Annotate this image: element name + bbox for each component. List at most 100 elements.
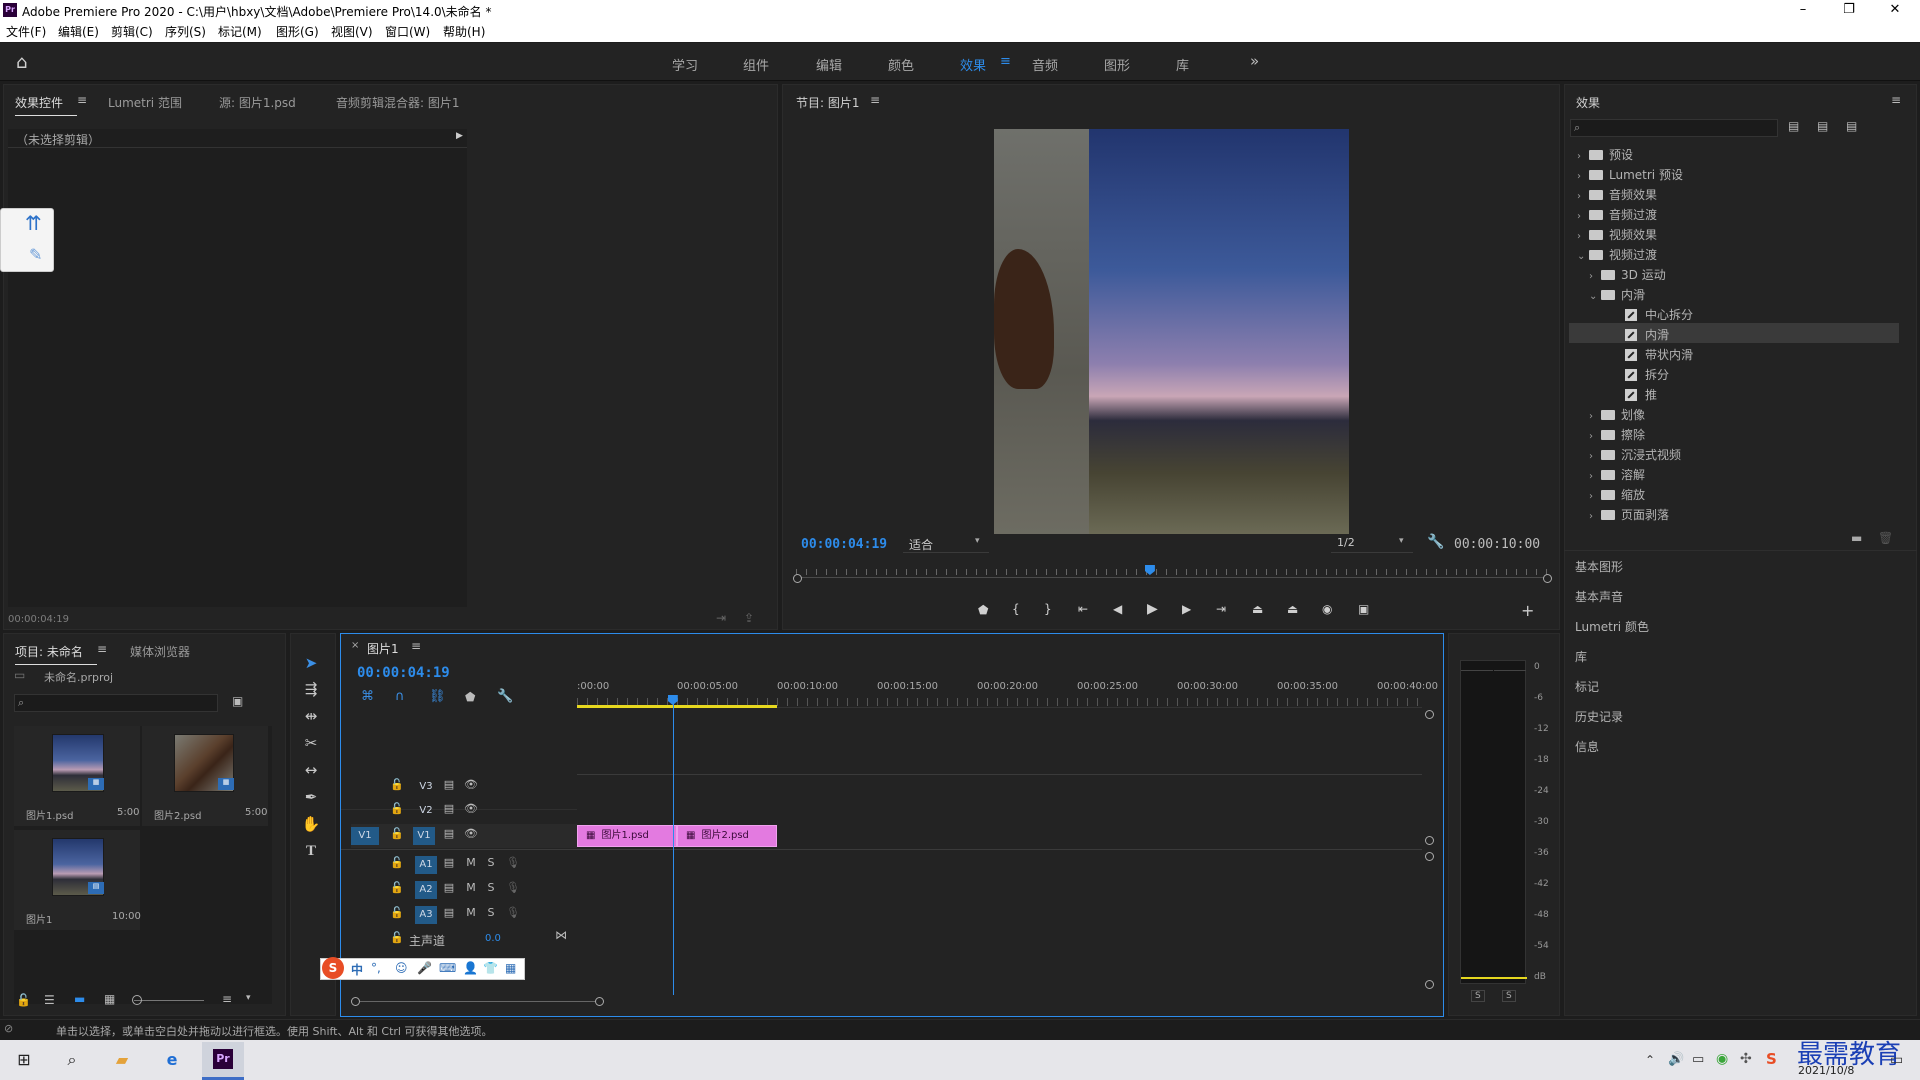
export-frame-icon[interactable]: ◉ — [1322, 602, 1332, 616]
menu-view[interactable]: 视图(V) — [331, 23, 373, 40]
toolbox-icon[interactable]: ▦ — [505, 961, 516, 975]
vscroll-handle[interactable] — [1425, 980, 1434, 989]
export-icon[interactable]: ⇥ — [716, 611, 726, 625]
selection-tool-icon[interactable]: ➤ — [300, 652, 322, 674]
lock-icon[interactable]: 🔓 — [389, 906, 405, 919]
lock-icon[interactable]: 🔓 — [389, 881, 405, 894]
solo-button[interactable]: S — [483, 906, 499, 919]
workspace-editing[interactable]: 编辑 — [816, 55, 842, 74]
project-menu-icon[interactable]: ≡ — [97, 642, 107, 656]
minimize-button[interactable]: – — [1780, 0, 1826, 20]
list-view-icon[interactable]: ☰ — [44, 993, 55, 1007]
project-item[interactable]: ▤ 图片1 10:00 — [14, 830, 141, 930]
menu-help[interactable]: 帮助(H) — [443, 23, 485, 40]
solo-button[interactable]: S — [483, 856, 499, 869]
effect-folder[interactable]: ⌄ 视频过渡 — [1569, 243, 1899, 263]
vscroll-handle[interactable] — [1425, 852, 1434, 861]
panel-info[interactable]: 信息 — [1575, 738, 1599, 755]
lift-icon[interactable]: ⏏ — [1252, 602, 1263, 616]
track-target-a2[interactable]: A2 — [415, 881, 437, 899]
mute-button[interactable]: M — [463, 881, 479, 894]
hscroll-bar[interactable] — [360, 1001, 595, 1002]
fit-dropdown[interactable]: 适合 ▾ — [903, 535, 989, 553]
32bit-effects-icon[interactable]: ▤ — [1817, 119, 1828, 133]
restore-button[interactable]: ❐ — [1826, 0, 1872, 20]
work-area-bar[interactable] — [577, 705, 777, 708]
solo-right-button[interactable]: S — [1502, 990, 1516, 1002]
chinese-mode-icon[interactable]: 中 — [351, 961, 363, 978]
yuv-effects-icon[interactable]: ▤ — [1846, 119, 1857, 133]
premiere-taskbar-item[interactable]: Pr — [202, 1042, 244, 1080]
program-monitor-title[interactable]: 节目: 图片1 — [796, 94, 860, 111]
project-search-input[interactable]: ⌕ — [14, 694, 218, 712]
chevron-down-icon[interactable]: ⌄ — [1589, 291, 1601, 302]
effect-folder[interactable]: › 页面剥落 — [1569, 503, 1899, 523]
emoji-icon[interactable]: ☺ — [395, 961, 408, 975]
effect-item[interactable]: 推 — [1569, 383, 1899, 403]
chevron-right-icon[interactable]: › — [1577, 211, 1589, 222]
button-editor-add-icon[interactable]: + — [1521, 601, 1534, 620]
menu-window[interactable]: 窗口(W) — [385, 23, 430, 40]
lock-icon[interactable]: 🔓 — [389, 778, 405, 791]
mark-out-icon[interactable]: } — [1044, 602, 1052, 616]
microphone-icon[interactable]: 🎙 — [505, 881, 521, 894]
delete-icon[interactable]: 🗑 — [1878, 531, 1893, 545]
menu-marker[interactable]: 标记(M) — [218, 23, 262, 40]
punctuation-icon[interactable]: °, — [371, 961, 381, 975]
lock-icon[interactable]: 🔓 — [389, 856, 405, 869]
chevron-right-icon[interactable]: › — [1577, 231, 1589, 242]
hscroll-handle-left[interactable] — [351, 997, 360, 1006]
effects-menu-icon[interactable]: ≡ — [1891, 93, 1901, 107]
vscroll-handle[interactable] — [1425, 710, 1434, 719]
timeline-playhead[interactable] — [672, 695, 674, 995]
menu-edit[interactable]: 编辑(E) — [58, 23, 99, 40]
solo-left-button[interactable]: S — [1471, 990, 1485, 1002]
project-item[interactable]: ▦ 图片2.psd 5:00 — [142, 726, 268, 826]
extract-icon[interactable]: ⏏ — [1287, 602, 1298, 616]
timeline-settings-wrench-icon[interactable]: 🔧 — [497, 689, 513, 704]
edge-browser-icon[interactable]: e — [158, 1046, 186, 1074]
track-target-a3[interactable]: A3 — [415, 906, 437, 924]
effect-folder[interactable]: › 音频过渡 — [1569, 203, 1899, 223]
effect-folder[interactable]: ⌄ 内滑 — [1569, 283, 1899, 303]
workspace-effects[interactable]: 效果 — [960, 55, 986, 74]
snap-icon[interactable]: ∩ — [395, 689, 405, 704]
close-button[interactable]: ✕ — [1872, 0, 1918, 20]
lock-icon[interactable]: 🔓 — [389, 802, 405, 815]
timeline-clip[interactable]: ▦ 图片1.psd — [577, 825, 677, 847]
sync-lock-icon[interactable]: ▤ — [441, 856, 457, 869]
zoom-handle-left[interactable] — [793, 574, 802, 583]
chevron-right-icon[interactable]: › — [1589, 431, 1601, 442]
effect-folder[interactable]: › 溶解 — [1569, 463, 1899, 483]
panel-libraries[interactable]: 库 — [1575, 648, 1587, 665]
chevron-right-icon[interactable]: › — [1589, 271, 1601, 282]
mark-in-icon[interactable]: { — [1012, 602, 1020, 616]
sync-lock-icon[interactable]: ▤ — [441, 802, 457, 815]
lock-icon[interactable]: 🔓 — [389, 827, 405, 840]
tab-effect-controls[interactable]: 效果控件 — [15, 94, 78, 116]
lock-icon[interactable]: 🔓 — [389, 931, 405, 944]
microphone-icon[interactable]: 🎙 — [505, 856, 521, 869]
effect-item[interactable]: 带状内滑 — [1569, 343, 1899, 363]
sync-lock-icon[interactable]: ▤ — [441, 906, 457, 919]
close-tab-icon[interactable]: × — [351, 640, 359, 651]
tab-lumetri-scopes[interactable]: Lumetri 范围 — [108, 94, 182, 111]
type-tool-icon[interactable]: T — [300, 840, 322, 862]
timeline-timecode[interactable]: 00:00:04:19 — [357, 665, 450, 681]
expand-arrow-icon[interactable]: ▶ — [456, 131, 463, 141]
tab-source[interactable]: 源: 图片1.psd — [219, 94, 296, 111]
windows-start-icon[interactable]: ⊞ — [10, 1046, 38, 1074]
hscroll-handle-right[interactable] — [595, 997, 604, 1006]
step-back-icon[interactable]: ◀ — [1113, 602, 1122, 616]
workspace-assembly[interactable]: 组件 — [743, 55, 769, 74]
razor-tool-icon[interactable]: ✂ — [300, 732, 322, 754]
sogou-tray-icon[interactable]: S — [1766, 1050, 1777, 1068]
master-volume-value[interactable]: 0.0 — [485, 933, 501, 944]
go-to-end-icon[interactable]: ⋈ — [555, 928, 567, 942]
effect-folder[interactable]: › 缩放 — [1569, 483, 1899, 503]
chevron-right-icon[interactable]: › — [1589, 411, 1601, 422]
resolution-dropdown[interactable]: 1/2 ▾ — [1331, 535, 1413, 553]
panel-markers[interactable]: 标记 — [1575, 678, 1599, 695]
source-patch-v1[interactable]: V1 — [351, 827, 379, 845]
sogou-logo-icon[interactable]: S — [322, 957, 344, 979]
